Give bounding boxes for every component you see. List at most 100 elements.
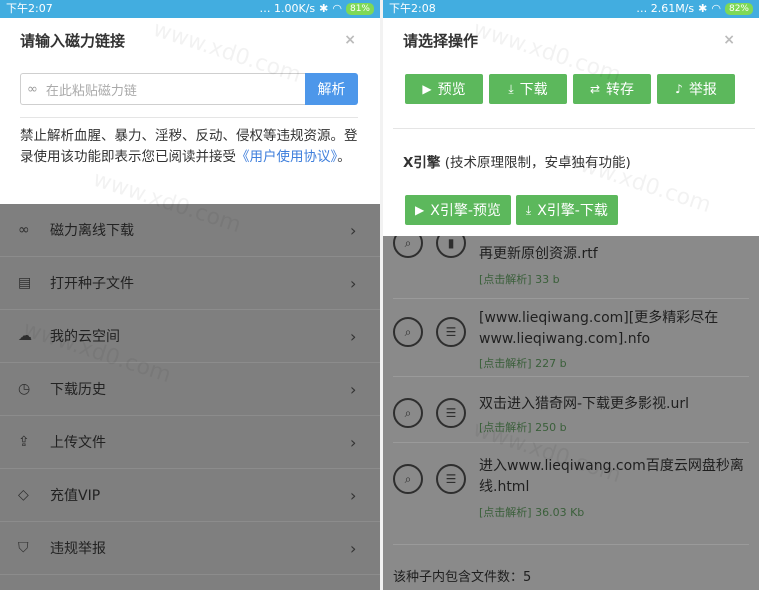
preview-button-label: 预览 xyxy=(437,82,466,98)
file-size[interactable]: [点击解析] 250 b xyxy=(479,419,567,435)
list-icon[interactable]: ☰ xyxy=(436,317,466,347)
battery-badge: 81% xyxy=(345,3,374,15)
magnet-input-row: ∞ 在此粘贴磁力链 解析 xyxy=(20,73,358,105)
menu-item-label: 充值VIP xyxy=(50,488,101,504)
dialog-title: 请输入磁力链接 xyxy=(20,32,126,50)
menu-item-label: 我的云空间 xyxy=(50,329,120,345)
file-icon: ▤ xyxy=(18,275,32,291)
report-button[interactable]: ♪ 举报 xyxy=(657,74,735,104)
x-engine-buttons: ▶ X引擎-预览 ⤓ X引擎-下载 xyxy=(405,195,618,225)
file-size[interactable]: [点击解析] 36.03 Kb xyxy=(479,504,584,520)
network-speed: … 1.00K/s xyxy=(259,2,316,15)
magnet-dialog: 请输入磁力链接 × ∞ 在此粘贴磁力链 解析 禁止解析血腥、暴力、淫秽、反动、侵… xyxy=(0,18,380,204)
menu-item-magnet[interactable]: ∞ 磁力离线下载 › xyxy=(0,204,380,257)
download-icon: ⤓ xyxy=(525,202,532,217)
wifi-icon: ◠ xyxy=(332,2,342,15)
x-engine-title: X引擎 (技术原理限制，安卓独有功能) xyxy=(403,151,631,171)
x-download-label: X引擎-下载 xyxy=(537,203,608,219)
user-agreement-link[interactable]: 《用户使用协议》 xyxy=(236,149,337,165)
file-size[interactable]: [点击解析] 33 b xyxy=(479,271,560,287)
divider xyxy=(393,376,749,377)
bell-icon: ♪ xyxy=(675,82,683,96)
screen: 下午2:07 … 1.00K/s ✱ ◠ 81% 请输入磁力链接 × ∞ 在此粘… xyxy=(0,0,759,590)
report-button-label: 举报 xyxy=(688,82,717,98)
file-name: 进入www.lieqiwang.com百度云网盘秒离线.html xyxy=(479,458,744,495)
chevron-right-icon: › xyxy=(350,220,357,240)
bluetooth-icon: ✱ xyxy=(698,2,708,15)
file-count: 该种子内包含文件数：5 xyxy=(393,570,532,585)
play-icon: ▶ xyxy=(415,203,425,217)
action-dialog: 请选择操作 × ▶ 预览 ⤓ 下载 ⇄ 转存 ♪ 举报 X引擎 (技术原理限制，… xyxy=(383,18,759,236)
status-time: 下午2:07 xyxy=(6,2,53,15)
x-preview-label: X引擎-预览 xyxy=(430,203,501,219)
divider xyxy=(393,442,749,443)
chevron-right-icon: › xyxy=(350,485,357,505)
menu-item-label: 磁力离线下载 xyxy=(50,223,134,239)
file-list: ⌕ ▮ 再更新原创资源.rtf [点击解析] 33 b ⌕ ☰ [www.lie… xyxy=(383,228,759,590)
status-time: 下午2:08 xyxy=(389,2,436,15)
divider xyxy=(393,128,755,129)
transfer-icon: ⇄ xyxy=(589,82,601,96)
download-icon: ⤓ xyxy=(508,81,514,96)
link-icon: ∞ xyxy=(27,81,38,97)
menu-item-upload[interactable]: ⇪ 上传文件 › xyxy=(0,416,380,469)
preview-button[interactable]: ▶ 预览 xyxy=(405,74,483,104)
file-size[interactable]: [点击解析] 227 b xyxy=(479,355,567,371)
wifi-icon: ◠ xyxy=(711,2,721,15)
list-icon[interactable]: ☰ xyxy=(436,464,466,494)
chevron-right-icon: › xyxy=(350,432,357,452)
transfer-button[interactable]: ⇄ 转存 xyxy=(573,74,651,104)
cloud-icon: ☁ xyxy=(18,328,32,344)
network-speed: … 2.61M/s xyxy=(636,2,695,15)
file-name: [www.lieqiwang.com][更多精彩尽在www.lieqiwang.… xyxy=(479,310,719,347)
search-icon[interactable]: ⌕ xyxy=(393,398,423,428)
x-engine-note: (技术原理限制，安卓独有功能) xyxy=(440,155,631,171)
menu-item-report[interactable]: ⛉ 违规举报 › xyxy=(0,522,380,575)
bluetooth-icon: ✱ xyxy=(319,2,329,15)
menu-item-cloud[interactable]: ☁ 我的云空间 › xyxy=(0,310,380,363)
dialog-title: 请选择操作 xyxy=(403,32,479,50)
disclaimer: 禁止解析血腥、暴力、淫秽、反动、侵权等违规资源。登录使用该功能即表示您已阅读并接… xyxy=(20,126,360,168)
menu-item-label: 下载历史 xyxy=(50,382,106,398)
search-icon[interactable]: ⌕ xyxy=(393,317,423,347)
upload-icon: ⇪ xyxy=(18,434,30,450)
menu-item-label: 违规举报 xyxy=(50,541,106,557)
magnet-input[interactable]: ∞ 在此粘贴磁力链 xyxy=(20,73,305,105)
divider xyxy=(20,117,358,118)
main-menu: ∞ 磁力离线下载 › ▤ 打开种子文件 › ☁ 我的云空间 › ◷ 下载历史 ›… xyxy=(0,204,380,590)
file-name: 再更新原创资源.rtf xyxy=(479,246,598,262)
chevron-right-icon: › xyxy=(350,379,357,399)
menu-item-vip[interactable]: ◇ 充值VIP › xyxy=(0,469,380,522)
parse-button[interactable]: 解析 xyxy=(305,73,358,105)
x-engine-name: X引擎 xyxy=(403,155,441,171)
menu-item-label: 打开种子文件 xyxy=(50,276,134,292)
play-icon: ▶ xyxy=(422,82,432,96)
menu-item-history[interactable]: ◷ 下载历史 › xyxy=(0,363,380,416)
download-button[interactable]: ⤓ 下载 xyxy=(489,74,567,104)
magnet-icon: ∞ xyxy=(18,222,30,238)
divider xyxy=(393,544,749,545)
chevron-right-icon: › xyxy=(350,538,357,558)
x-preview-button[interactable]: ▶ X引擎-预览 xyxy=(405,195,511,225)
battery-badge: 82% xyxy=(724,3,753,15)
close-icon[interactable]: × xyxy=(344,32,356,48)
right-screen: 下午2:08 … 2.61M/s ✱ ◠ 82% 请选择操作 × ▶ 预览 ⤓ … xyxy=(383,0,759,590)
chevron-right-icon: › xyxy=(350,326,357,346)
menu-item-torrent[interactable]: ▤ 打开种子文件 › xyxy=(0,257,380,310)
diamond-icon: ◇ xyxy=(18,487,29,503)
left-screen: 下午2:07 … 1.00K/s ✱ ◠ 81% 请输入磁力链接 × ∞ 在此粘… xyxy=(0,0,380,590)
status-bar: 下午2:07 … 1.00K/s ✱ ◠ 81% xyxy=(0,0,380,18)
search-icon[interactable]: ⌕ xyxy=(393,464,423,494)
menu-item-label: 上传文件 xyxy=(50,435,106,451)
disclaimer-end: 。 xyxy=(337,149,351,165)
download-button-label: 下载 xyxy=(519,82,548,98)
transfer-button-label: 转存 xyxy=(606,82,635,98)
list-icon[interactable]: ☰ xyxy=(436,398,466,428)
divider xyxy=(393,298,749,299)
chevron-right-icon: › xyxy=(350,273,357,293)
action-buttons: ▶ 预览 ⤓ 下载 ⇄ 转存 ♪ 举报 xyxy=(405,74,735,104)
close-icon[interactable]: × xyxy=(723,32,735,48)
magnet-input-placeholder: 在此粘贴磁力链 xyxy=(45,83,137,99)
x-download-button[interactable]: ⤓ X引擎-下载 xyxy=(515,195,618,225)
status-bar: 下午2:08 … 2.61M/s ✱ ◠ 82% xyxy=(383,0,759,18)
